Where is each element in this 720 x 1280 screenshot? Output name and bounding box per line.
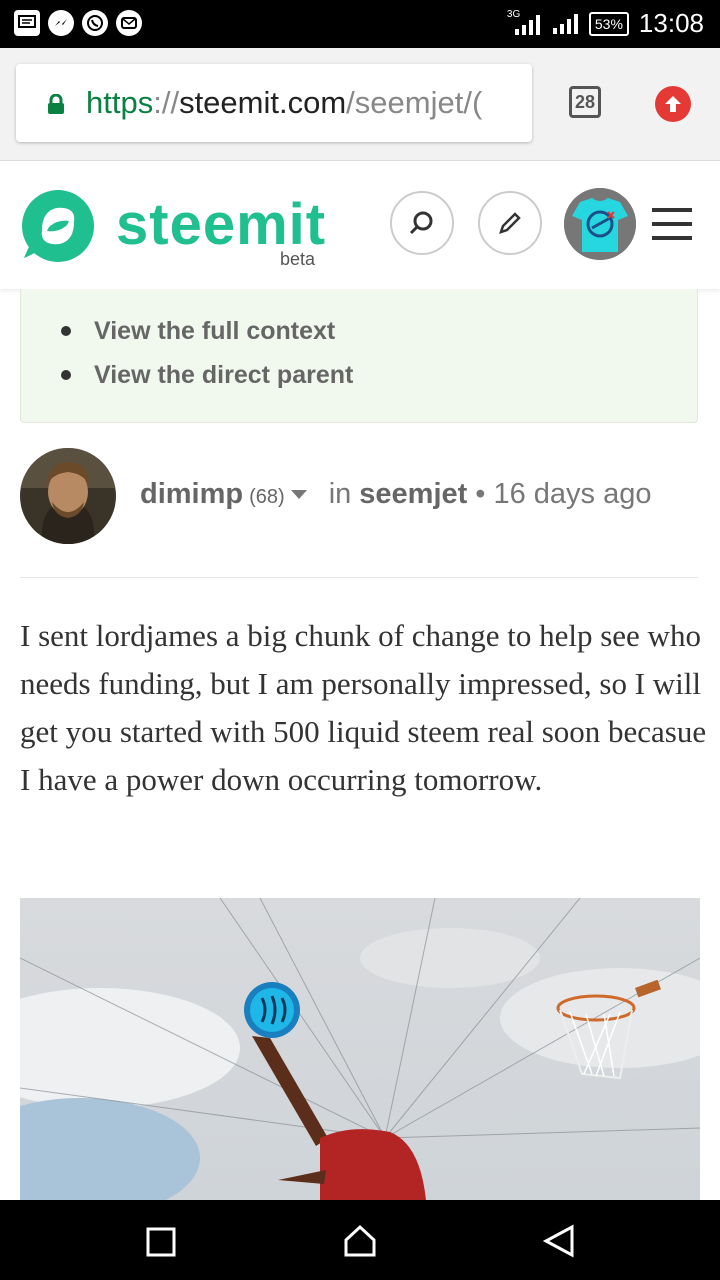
- menu-bar: [652, 208, 692, 212]
- address-bar[interactable]: https://steemit.com/seemjet/(: [16, 64, 532, 142]
- search-icon: [409, 211, 433, 235]
- url-scheme: https: [86, 85, 154, 120]
- lock-icon: [46, 93, 66, 114]
- arrow-up-icon: [665, 96, 681, 112]
- browser-toolbar: https://steemit.com/seemjet/( 28: [0, 48, 720, 161]
- site-header: steemit beta: [0, 161, 720, 289]
- url-path: /seemjet/(: [346, 85, 483, 120]
- notification-icons: [14, 10, 142, 36]
- author-avatar[interactable]: [20, 448, 116, 544]
- android-nav-bar: [0, 1200, 720, 1280]
- author-name[interactable]: dimimp: [140, 478, 243, 511]
- separator-dot: •: [475, 478, 486, 510]
- recents-icon[interactable]: [146, 1227, 176, 1257]
- battery-indicator: 53%: [588, 11, 629, 36]
- tab-switcher-button[interactable]: 28: [569, 86, 601, 118]
- url-host: steemit.com: [179, 85, 347, 120]
- home-icon[interactable]: [343, 1224, 377, 1258]
- url-separator: ://: [153, 85, 180, 120]
- whatsapp-icon: [82, 10, 108, 36]
- messenger-icon: [48, 10, 74, 36]
- status-right: 3G 53% 13:08: [507, 8, 704, 39]
- mail-icon: [116, 10, 142, 36]
- divider: [20, 577, 698, 578]
- author-reputation: (68): [249, 486, 285, 508]
- menu-bar: [652, 236, 692, 240]
- category-link[interactable]: seemjet: [359, 478, 467, 511]
- view-full-context-link[interactable]: View the full context: [61, 309, 353, 353]
- steemit-logo-icon[interactable]: [20, 188, 96, 264]
- clock: 13:08: [638, 8, 704, 38]
- post-body: I sent lordjames a big chunk of change t…: [20, 618, 707, 797]
- hamburger-menu-button[interactable]: [652, 208, 692, 250]
- comment-context-box: View the full context View the direct pa…: [20, 289, 698, 423]
- url-text: https://steemit.com/seemjet/(: [86, 85, 482, 121]
- in-label: in: [328, 478, 352, 510]
- view-direct-parent-link[interactable]: View the direct parent: [61, 353, 353, 397]
- user-avatar[interactable]: [564, 188, 636, 260]
- menu-bar: [652, 222, 692, 226]
- post-image[interactable]: [20, 898, 700, 1200]
- context-links: View the full context View the direct pa…: [61, 309, 353, 397]
- search-button[interactable]: [390, 191, 454, 255]
- post-age[interactable]: 16 days ago: [493, 478, 651, 511]
- signal-icon: [552, 13, 578, 34]
- message-icon: [14, 10, 40, 36]
- back-icon[interactable]: [543, 1224, 575, 1258]
- status-bar: 3G 53% 13:08: [0, 0, 720, 48]
- brand-name[interactable]: steemit: [116, 191, 326, 258]
- beta-label: beta: [280, 249, 316, 269]
- signal-3g-icon: 3G: [507, 9, 541, 37]
- create-post-button[interactable]: [478, 191, 542, 255]
- upload-button[interactable]: [655, 86, 691, 122]
- tshirt-avatar-icon: [564, 188, 636, 260]
- pencil-icon: [499, 212, 521, 234]
- chevron-down-icon[interactable]: [290, 490, 307, 499]
- post-meta: dimimp (68) in seemjet • 16 days ago: [140, 478, 651, 511]
